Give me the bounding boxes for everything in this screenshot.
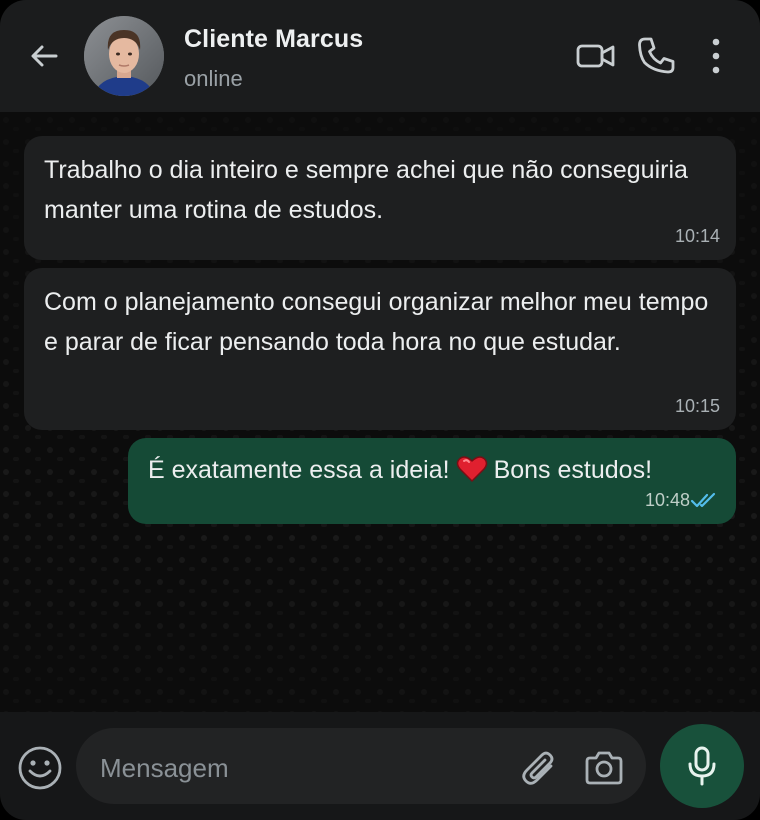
- message-text: Com o planejamento consegui organizar me…: [44, 288, 709, 356]
- arrow-left-icon: [31, 45, 58, 67]
- message-input[interactable]: [100, 748, 500, 788]
- message-time: 10:14: [674, 226, 720, 246]
- chat-header: Cliente Marcus online: [0, 0, 760, 112]
- message-outgoing[interactable]: É exatamente essa a ideia! Bons estudos! …: [128, 438, 736, 524]
- message-time: 10:15: [674, 396, 720, 416]
- voice-message-button[interactable]: [660, 724, 744, 808]
- camera-button[interactable]: [582, 748, 626, 788]
- video-camera-icon: [576, 44, 615, 68]
- message-incoming[interactable]: Trabalho o dia inteiro e sempre achei qu…: [24, 136, 736, 260]
- message-incoming[interactable]: Com o planejamento consegui organizar me…: [24, 268, 736, 430]
- attach-button[interactable]: [518, 746, 560, 790]
- microphone-icon: [688, 746, 716, 786]
- contact-avatar[interactable]: [84, 16, 164, 96]
- message-time: 10:48: [644, 490, 690, 510]
- more-options-button[interactable]: [700, 34, 732, 78]
- smiley-icon: [18, 746, 62, 790]
- avatar-photo: [84, 16, 164, 96]
- message-list[interactable]: Trabalho o dia inteiro e sempre achei qu…: [0, 112, 760, 712]
- contact-status: online: [184, 66, 243, 91]
- camera-icon: [585, 751, 623, 785]
- message-text-part: Bons estudos!: [493, 456, 653, 484]
- message-text: É exatamente essa a ideia! Bons estudos!: [148, 450, 716, 490]
- more-vertical-icon: [712, 38, 720, 74]
- video-call-button[interactable]: [574, 34, 618, 78]
- phone-icon: [638, 37, 675, 74]
- message-text: Trabalho o dia inteiro e sempre achei qu…: [44, 156, 688, 224]
- voice-call-button[interactable]: [634, 34, 678, 78]
- paperclip-icon: [522, 751, 554, 785]
- message-text-part: É exatamente essa a ideia!: [148, 456, 450, 484]
- chat-screen: Cliente Marcus online Trabalho o dia int…: [0, 0, 760, 820]
- back-button[interactable]: [24, 36, 64, 76]
- emoji-button[interactable]: [16, 744, 64, 792]
- contact-name[interactable]: Cliente Marcus: [184, 25, 363, 54]
- read-receipt-icon: [690, 492, 716, 508]
- red-heart-icon: [456, 456, 487, 482]
